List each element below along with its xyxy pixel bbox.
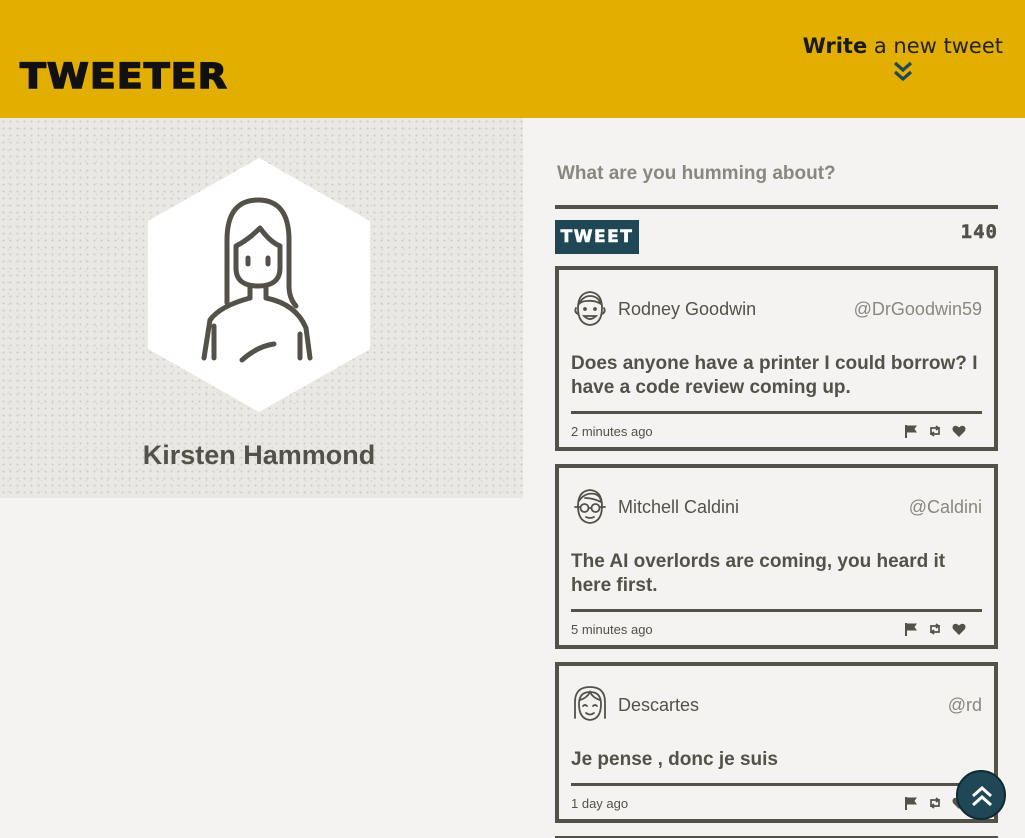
profile-panel: Kirsten Hammond — [0, 118, 523, 498]
tweet-author: Mitchell Caldini — [618, 497, 740, 517]
flag-icon[interactable] — [904, 424, 918, 438]
tweet-actions — [904, 622, 966, 636]
retweet-icon[interactable] — [928, 796, 942, 810]
woman-avatar-icon — [148, 158, 370, 412]
top-nav: TWEETER Write a new tweet — [0, 0, 1025, 118]
profile-name: Kirsten Hammond — [142, 440, 376, 470]
tweet-card: Rodney Goodwin @DrGoodwin59 Does anyone … — [555, 266, 998, 451]
tweet-text: Does anyone have a printer I could borro… — [571, 352, 982, 414]
flag-icon[interactable] — [904, 796, 918, 810]
tweet-handle[interactable]: @rd — [948, 695, 982, 716]
write-tweet-label: Write a new tweet — [803, 33, 1003, 59]
tweet-author: Rodney Goodwin — [618, 299, 757, 319]
tweet-actions — [904, 424, 966, 438]
tweet-timestamp: 2 minutes ago — [571, 424, 653, 439]
heart-icon[interactable] — [952, 424, 966, 438]
girl-avatar-icon — [574, 686, 606, 721]
flag-icon[interactable] — [904, 622, 918, 636]
scroll-to-top-button[interactable] — [956, 770, 1006, 820]
tweet-timestamp: 5 minutes ago — [571, 622, 653, 637]
tweet-header: Rodney Goodwin @DrGoodwin59 — [571, 270, 982, 352]
tweet-footer: 2 minutes ago — [571, 414, 982, 447]
character-counter: 140 — [960, 221, 998, 244]
tweet-text: The AI overlords are coming, you heard i… — [571, 550, 982, 612]
tweet-card: Descartes @rd Je pense , donc je suis 1 … — [555, 662, 998, 823]
tweet-handle[interactable]: @Caldini — [909, 497, 982, 518]
compose-divider — [555, 205, 998, 209]
tweet-header: Descartes @rd — [571, 666, 982, 748]
tweet-compose-input[interactable] — [555, 150, 998, 198]
double-chevron-up-icon — [972, 785, 992, 807]
write-bold-text: Write — [802, 34, 868, 58]
heart-icon[interactable] — [952, 622, 966, 636]
tweet-feed: Rodney Goodwin @DrGoodwin59 Does anyone … — [555, 266, 998, 838]
tweet-handle[interactable]: @DrGoodwin59 — [854, 299, 982, 320]
glasses-avatar-icon — [574, 489, 606, 524]
retweet-icon[interactable] — [928, 622, 942, 636]
write-tweet-toggle[interactable]: Write a new tweet — [803, 33, 1003, 83]
tweet-button[interactable]: TWEET — [555, 220, 639, 254]
brand-logo: TWEETER — [19, 55, 228, 97]
man-avatar-icon — [574, 291, 606, 326]
tweet-text: Je pense , donc je suis — [571, 748, 982, 786]
tweet-header: Mitchell Caldini @Caldini — [571, 468, 982, 550]
tweet-card: Mitchell Caldini @Caldini The AI overlor… — [555, 464, 998, 649]
double-chevron-down-icon — [893, 61, 912, 82]
retweet-icon[interactable] — [928, 424, 942, 438]
tweet-author: Descartes — [618, 695, 700, 715]
write-rest-text: a new tweet — [867, 34, 1003, 58]
tweet-timestamp: 1 day ago — [571, 796, 629, 811]
tweet-footer: 1 day ago — [571, 786, 982, 819]
tweet-footer: 5 minutes ago — [571, 612, 982, 645]
